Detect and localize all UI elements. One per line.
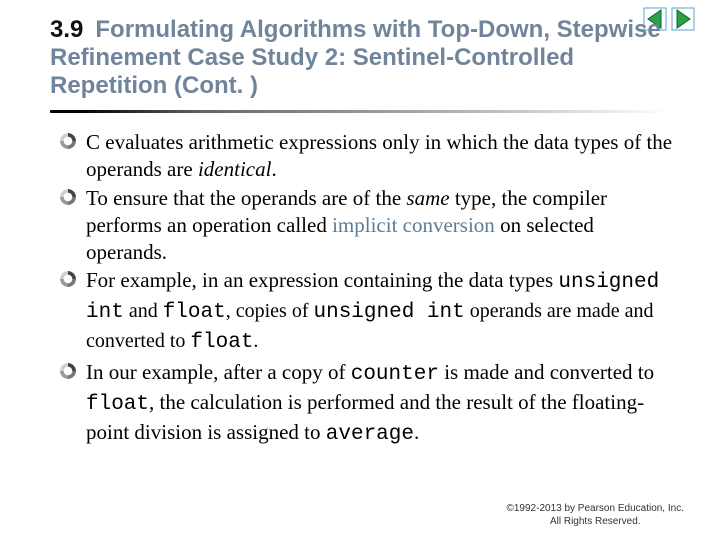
list-item: To ensure that the operands are of the s… <box>60 185 680 266</box>
copyright-line2: All Rights Reserved. <box>507 516 685 529</box>
text: In our example, after a copy of <box>86 360 351 384</box>
list-item: C evaluates arithmetic expressions only … <box>60 129 680 183</box>
text-code: float <box>190 331 253 354</box>
text: is made and converted to <box>439 360 654 384</box>
text: C evaluates arithmetic expressions only … <box>86 130 672 181</box>
copyright-footer: ©1992-2013 by Pearson Education, Inc. Al… <box>507 503 685 528</box>
text-code: unsigned int <box>313 301 464 324</box>
text: . <box>271 157 276 181</box>
text-italic: same <box>406 186 449 210</box>
text: . <box>414 420 419 444</box>
copyright-line1: ©1992-2013 by Pearson Education, Inc. <box>507 503 685 516</box>
text-code: counter <box>351 363 439 386</box>
text-italic: identical <box>198 157 271 181</box>
text: and <box>124 300 163 322</box>
slide: 3.9 Formulating Algorithms with Top-Down… <box>0 0 720 540</box>
text-code: average <box>326 423 414 446</box>
text: . <box>253 330 258 352</box>
section-number: 3.9 <box>50 16 83 43</box>
text-code: float <box>163 301 226 324</box>
text-keyword: implicit conversion <box>332 213 495 237</box>
slide-title: 3.9 Formulating Algorithms with Top-Down… <box>0 0 720 104</box>
bullet-list: C evaluates arithmetic expressions only … <box>60 129 680 449</box>
section-title: Formulating Algorithms with Top-Down, St… <box>50 16 661 99</box>
text: For example, in an expression containing… <box>86 268 558 292</box>
list-item: For example, in an expression containing… <box>60 267 680 357</box>
list-item: In our example, after a copy of counter … <box>60 359 680 449</box>
slide-content: C evaluates arithmetic expressions only … <box>0 113 720 449</box>
text: , copies of <box>226 300 314 322</box>
text: To ensure that the operands are of the <box>86 186 406 210</box>
text-code: float <box>86 393 149 416</box>
